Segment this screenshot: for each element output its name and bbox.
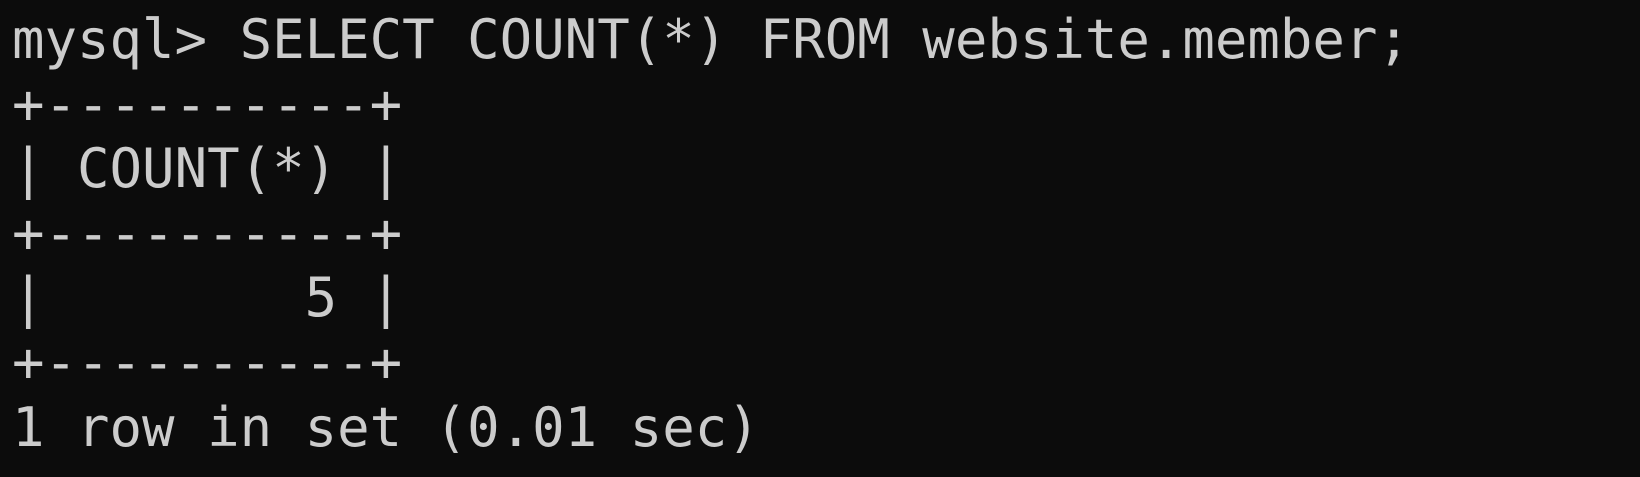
cell-count-value: 5 xyxy=(304,266,338,330)
result-footer: 1 row in set (0.01 sec) xyxy=(12,395,760,459)
table-header-row: | COUNT(*) | xyxy=(12,137,403,201)
prompt: mysql> xyxy=(12,8,240,71)
column-header-count: COUNT(*) xyxy=(77,137,338,201)
sql-command: SELECT COUNT(*) FROM website.member; xyxy=(239,8,1410,71)
table-border-bottom: +----------+ xyxy=(12,330,403,394)
table-row: | 5 | xyxy=(12,266,403,330)
terminal-window[interactable]: mysql> SELECT COUNT(*) FROM website.memb… xyxy=(0,0,1640,477)
table-border-top: +----------+ xyxy=(12,72,403,136)
table-border-mid: +----------+ xyxy=(12,201,403,265)
command-line: mysql> SELECT COUNT(*) FROM website.memb… xyxy=(12,8,1640,73)
